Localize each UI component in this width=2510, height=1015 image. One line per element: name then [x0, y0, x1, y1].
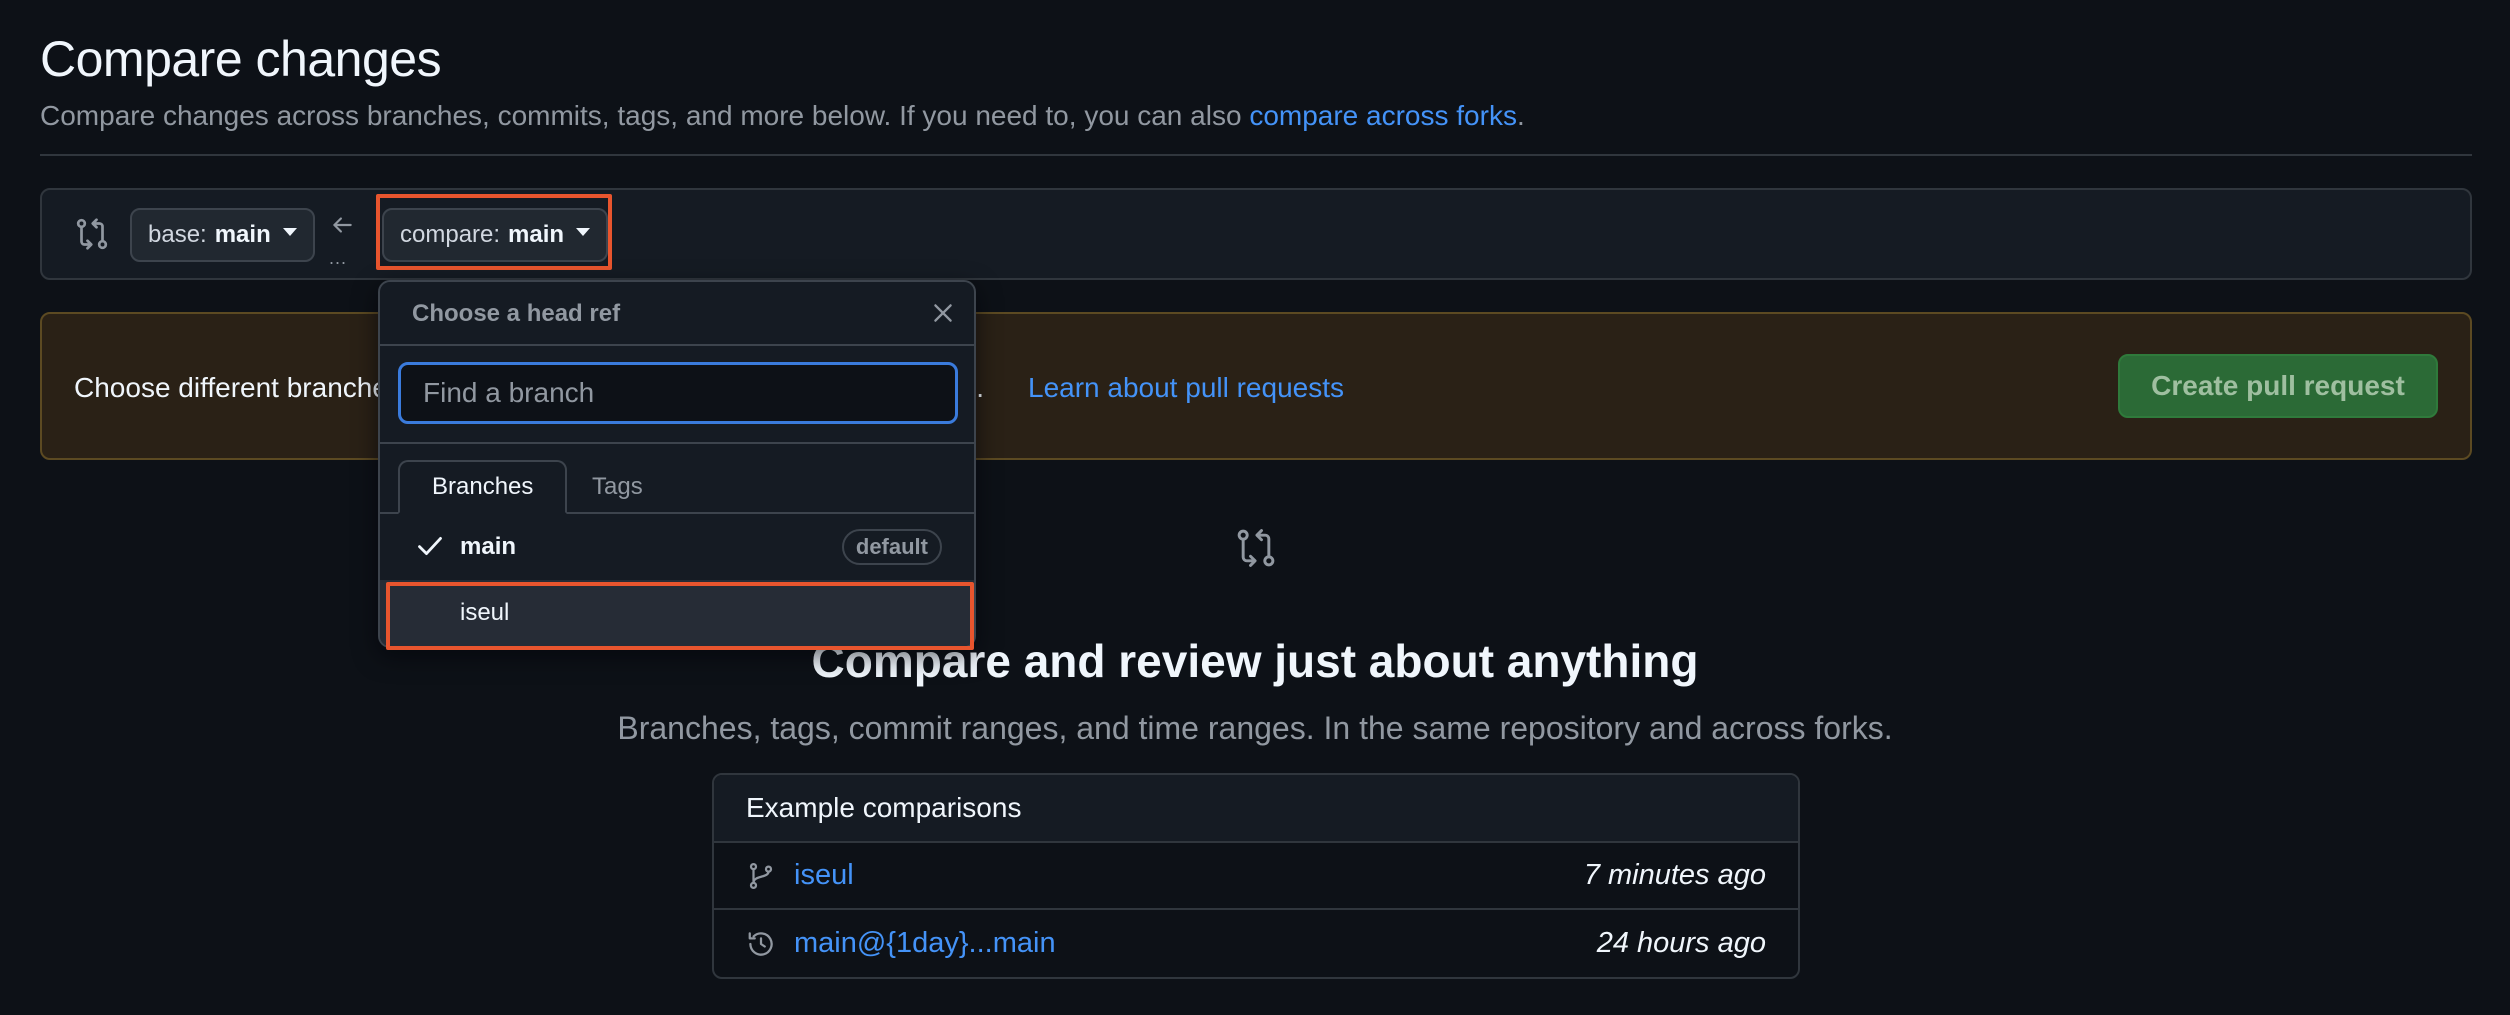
blank-state-subtitle: Branches, tags, commit ranges, and time … [617, 710, 1893, 746]
default-badge: default [841, 529, 942, 565]
tab-tags[interactable]: Tags [560, 460, 675, 514]
base-branch-button[interactable]: base: main [130, 208, 315, 262]
git-compare-icon [76, 218, 108, 250]
range-dots: ... [329, 248, 348, 268]
page-title: Compare changes [40, 31, 442, 87]
header-divider [40, 154, 2472, 156]
example-link[interactable]: main@{1day}...main [794, 927, 1597, 960]
find-branch-input[interactable] [398, 362, 958, 424]
base-branch-name: main [214, 221, 271, 248]
branch-item-iseul[interactable]: iseul [380, 580, 974, 646]
history-icon [748, 931, 773, 956]
arrow-left-icon [333, 217, 352, 233]
example-time: 7 minutes ago [1583, 859, 1766, 891]
subtitle-period: . [1516, 100, 1525, 131]
caret-down-icon [576, 228, 591, 236]
example-time: 24 hours ago [1596, 927, 1766, 959]
dropdown-header: Choose a head ref [380, 282, 974, 346]
close-icon[interactable] [930, 300, 956, 326]
page-subtitle: Compare changes across branches, commits… [40, 100, 1525, 132]
compare-branch-name: main [508, 221, 565, 248]
example-link[interactable]: iseul [794, 859, 1584, 892]
dropdown-filter [380, 346, 974, 444]
example-row[interactable]: iseul 7 minutes ago [714, 843, 1798, 910]
tab-branches[interactable]: Branches [398, 460, 568, 514]
blank-state-title: Compare and review just about anything [811, 635, 1699, 687]
example-row[interactable]: main@{1day}...main 24 hours ago [714, 910, 1798, 977]
caret-down-icon [282, 228, 297, 236]
compare-prefix: compare: [400, 221, 501, 248]
branch-name: iseul [460, 599, 510, 626]
range-editor: base: main ... compare: main [40, 188, 2472, 280]
compare-across-forks-link[interactable]: compare across forks [1249, 100, 1517, 131]
subtitle-text: Compare changes across branches, commits… [40, 100, 1242, 131]
branch-item-main[interactable]: main default [380, 514, 974, 580]
check-icon [418, 537, 442, 555]
example-comparisons: Example comparisons iseul 7 minutes ago … [712, 773, 1800, 979]
learn-about-pull-requests-link[interactable]: Learn about pull requests [1028, 372, 1344, 404]
git-compare-icon [1237, 529, 1275, 567]
head-ref-dropdown: Choose a head ref Branches Tags main def… [378, 280, 976, 648]
base-prefix: base: [148, 221, 207, 248]
dropdown-title: Choose a head ref [412, 300, 621, 327]
git-branch-icon [749, 862, 773, 889]
create-pull-request-button[interactable]: Create pull request [2118, 354, 2438, 418]
dropdown-tabs: Branches Tags [380, 444, 974, 514]
branch-name: main [460, 533, 517, 560]
compare-branch-button[interactable]: compare: main [382, 208, 609, 262]
example-comparisons-heading: Example comparisons [714, 775, 1798, 843]
